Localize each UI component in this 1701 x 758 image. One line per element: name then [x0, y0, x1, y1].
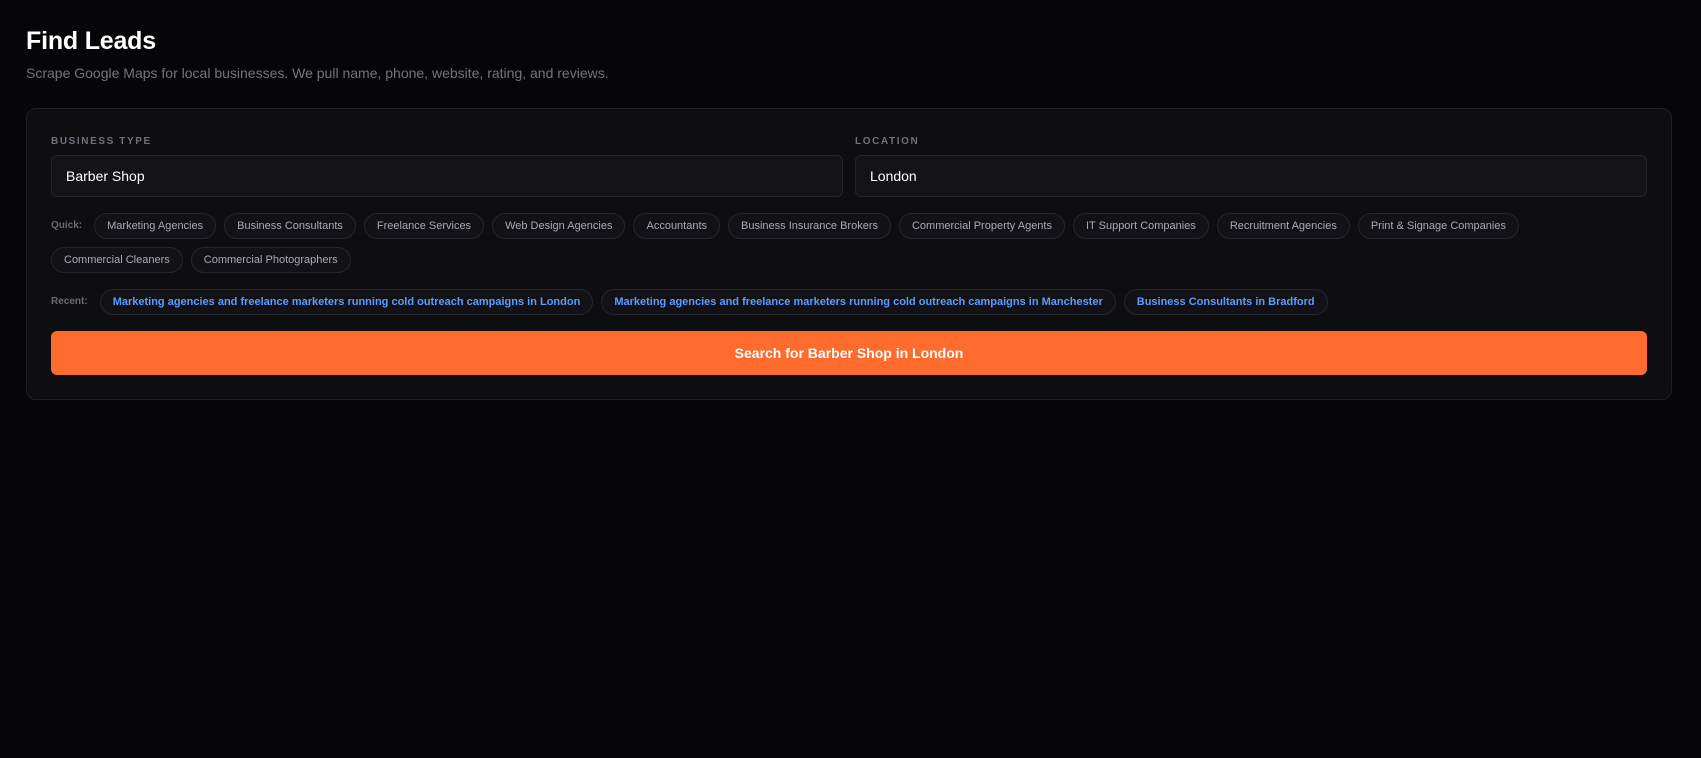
location-field-group: LOCATION: [855, 133, 1647, 197]
search-fields: BUSINESS TYPE LOCATION: [51, 133, 1647, 197]
quick-chip-commercial-photographers[interactable]: Commercial Photographers: [190, 247, 351, 273]
recent-label: Recent:: [51, 296, 88, 307]
recent-chip-bradford[interactable]: Business Consultants in Bradford: [1123, 289, 1328, 315]
recent-searches: Recent: Marketing agencies and freelance…: [51, 289, 1647, 315]
quick-chip-marketing-agencies[interactable]: Marketing Agencies: [94, 213, 217, 239]
quick-chip-business-insurance-brokers[interactable]: Business Insurance Brokers: [728, 213, 891, 239]
quick-chip-freelance-services[interactable]: Freelance Services: [363, 213, 485, 239]
recent-chip-manchester[interactable]: Marketing agencies and freelance markete…: [601, 289, 1116, 315]
page-subtitle: Scrape Google Maps for local businesses.…: [26, 65, 609, 81]
quick-chip-recruitment-agencies[interactable]: Recruitment Agencies: [1216, 213, 1350, 239]
search-button[interactable]: Search for Barber Shop in London: [51, 331, 1647, 375]
quick-chip-web-design-agencies[interactable]: Web Design Agencies: [492, 213, 626, 239]
quick-chip-accountants[interactable]: Accountants: [633, 213, 721, 239]
recent-chip-london[interactable]: Marketing agencies and freelance markete…: [99, 289, 594, 315]
business-type-field-group: BUSINESS TYPE: [51, 133, 843, 197]
quick-chip-print-signage-companies[interactable]: Print & Signage Companies: [1357, 213, 1519, 239]
page-title: Find Leads: [26, 27, 156, 55]
location-label: LOCATION: [855, 136, 920, 147]
business-type-label: BUSINESS TYPE: [51, 136, 152, 147]
quick-suggestions: Quick: Marketing Agencies Business Consu…: [51, 213, 1647, 273]
quick-chip-business-consultants[interactable]: Business Consultants: [224, 213, 356, 239]
page: Find Leads Scrape Google Maps for local …: [0, 0, 1701, 400]
quick-chip-commercial-cleaners[interactable]: Commercial Cleaners: [51, 247, 183, 273]
business-type-input[interactable]: [51, 155, 843, 197]
quick-label: Quick:: [51, 220, 83, 231]
search-card: BUSINESS TYPE LOCATION Quick: Marketing …: [26, 108, 1672, 400]
location-input[interactable]: [855, 155, 1647, 197]
quick-chip-commercial-property-agents[interactable]: Commercial Property Agents: [898, 213, 1065, 239]
quick-chip-it-support-companies[interactable]: IT Support Companies: [1072, 213, 1209, 239]
